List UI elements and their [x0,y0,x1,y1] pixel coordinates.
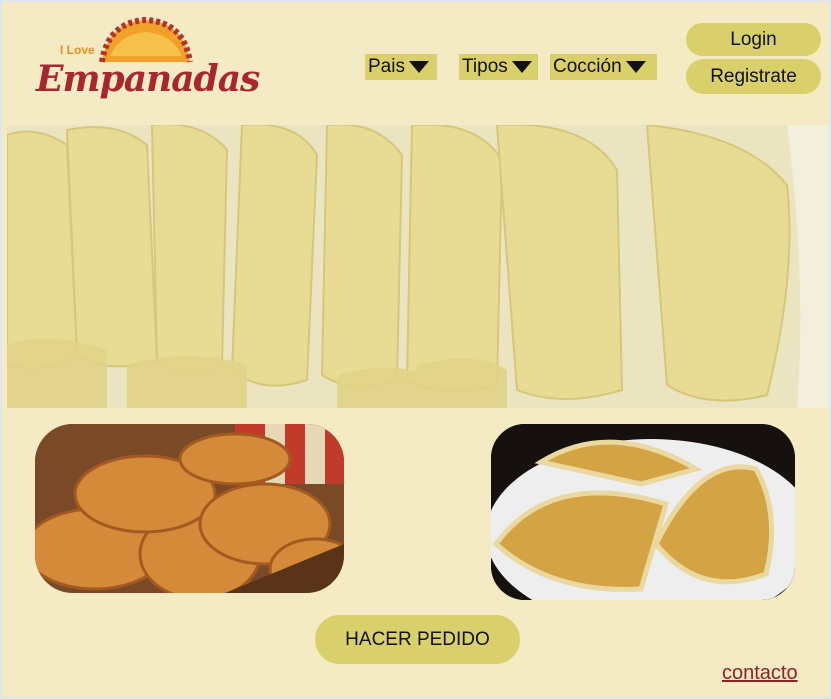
plate-photo-art [491,424,795,600]
logo-tagline: I Love [60,43,95,57]
caret-down-icon [511,61,532,73]
contact-link[interactable]: contacto [722,662,798,685]
empanadas-basket-photo [35,424,344,593]
register-button[interactable]: Registrate [686,59,821,94]
basket-photo-art [35,424,344,593]
caret-down-icon [408,61,429,73]
place-order-button[interactable]: HACER PEDIDO [315,615,520,664]
dropdown-pais-label: Pais [368,56,405,77]
caret-down-icon [625,61,646,73]
dropdown-tipos[interactable]: Tipos [459,54,538,80]
baked-empanadas-photo [491,424,795,600]
logo-wordmark: Empanadas [36,58,260,100]
dropdown-coccion[interactable]: Cocción [550,54,657,80]
dropdown-coccion-label: Cocción [553,56,622,77]
empanadas-tray-photo [7,125,829,408]
dropdown-tipos-label: Tipos [462,56,508,77]
hero-image [7,125,829,408]
brand-logo[interactable]: I Love Empanadas [36,16,260,108]
dropdown-pais[interactable]: Pais [365,54,437,80]
login-button[interactable]: Login [686,23,821,56]
